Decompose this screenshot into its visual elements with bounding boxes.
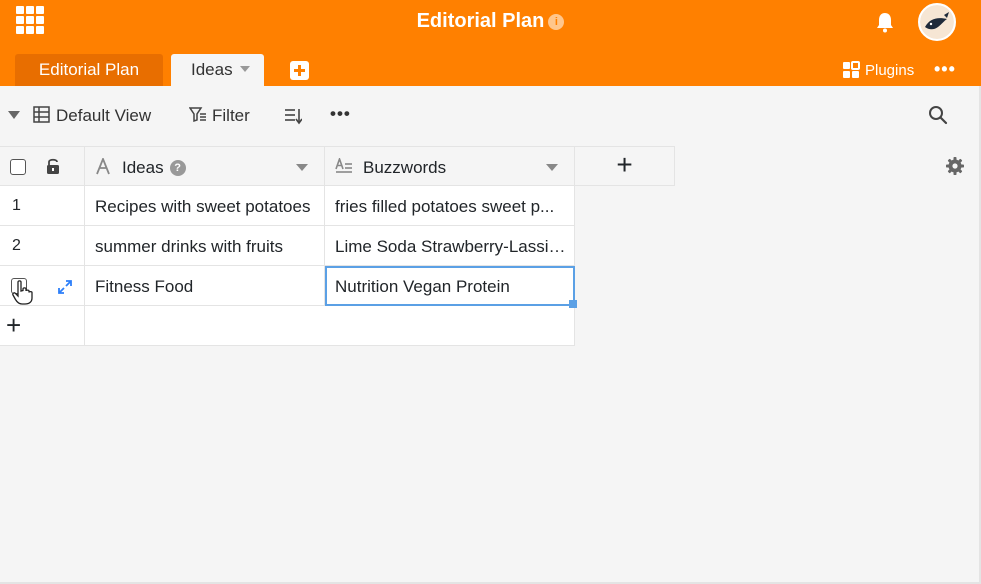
row-number: 1 bbox=[12, 197, 21, 214]
filter-label: Filter bbox=[212, 106, 250, 125]
add-row-area[interactable] bbox=[85, 306, 575, 346]
column-name-buzzwords: Buzzwords bbox=[363, 158, 447, 177]
cell-text: Recipes with sweet potatoes bbox=[95, 197, 311, 216]
table-cell[interactable]: summer drinks with fruits bbox=[85, 226, 325, 266]
app-header: Editorial Plan i Editorial Plan Ideas Plu… bbox=[0, 0, 981, 86]
row-header[interactable]: 1 bbox=[0, 186, 85, 226]
avatar-image bbox=[920, 5, 954, 39]
chevron-down-icon[interactable] bbox=[296, 164, 308, 171]
view-selector[interactable]: Default View bbox=[33, 106, 151, 126]
plugins-icon bbox=[843, 61, 860, 78]
sort-icon[interactable] bbox=[284, 107, 302, 125]
table-view-icon bbox=[33, 106, 50, 123]
hand-pointer-icon bbox=[12, 280, 33, 305]
view-label: Default View bbox=[56, 106, 152, 125]
more-options-icon[interactable]: ••• bbox=[934, 60, 956, 78]
search-icon[interactable] bbox=[928, 105, 948, 125]
chevron-down-icon[interactable] bbox=[546, 164, 558, 171]
add-row-button[interactable]: + bbox=[0, 306, 85, 346]
column-header-ideas[interactable]: Ideas? bbox=[85, 146, 325, 186]
filter-button[interactable]: Filter bbox=[188, 106, 250, 126]
expand-row-icon[interactable] bbox=[58, 280, 72, 294]
table-cell[interactable]: Fitness Food bbox=[85, 266, 325, 306]
lock-open-icon[interactable] bbox=[45, 157, 61, 175]
fill-handle[interactable] bbox=[569, 300, 577, 308]
table-cell[interactable]: fries filled potatoes sweet p... bbox=[325, 186, 575, 226]
add-column-button[interactable]: + bbox=[575, 146, 675, 186]
cell-text: summer drinks with fruits bbox=[95, 237, 283, 256]
base-title: Editorial Plan i bbox=[0, 10, 981, 33]
plugins-label: Plugins bbox=[865, 62, 915, 79]
toolbar: Default View Filter ••• bbox=[0, 86, 981, 146]
plus-icon: + bbox=[6, 310, 22, 340]
table-cell-selected[interactable]: Nutrition Vegan Protein bbox=[325, 266, 575, 306]
text-type-icon bbox=[96, 158, 110, 175]
column-header-ideas-label: Ideas? bbox=[122, 158, 186, 178]
filter-icon bbox=[188, 107, 206, 123]
bell-icon[interactable] bbox=[875, 11, 895, 33]
column-name-ideas: Ideas bbox=[122, 158, 164, 177]
cell-text: Lime Soda Strawberry-Lassi ... bbox=[335, 237, 566, 256]
cell-text: fries filled potatoes sweet p... bbox=[335, 197, 555, 216]
collapse-caret-icon[interactable] bbox=[8, 111, 20, 119]
plugins-button[interactable]: Plugins bbox=[842, 60, 914, 82]
select-all-checkbox[interactable] bbox=[10, 159, 26, 175]
cell-text: Nutrition Vegan Protein bbox=[335, 277, 510, 296]
info-icon[interactable]: i bbox=[548, 14, 565, 30]
add-table-icon[interactable] bbox=[290, 61, 309, 80]
tab-ideas[interactable]: Ideas bbox=[171, 54, 264, 86]
avatar[interactable] bbox=[918, 3, 956, 41]
column-header-buzzwords[interactable]: Buzzwords bbox=[325, 146, 575, 186]
long-text-icon bbox=[335, 158, 352, 173]
tab-ideas-label: Ideas bbox=[191, 60, 233, 79]
table-cell[interactable]: Recipes with sweet potatoes bbox=[85, 186, 325, 226]
chevron-down-icon[interactable] bbox=[239, 66, 250, 72]
row-header[interactable] bbox=[0, 266, 85, 306]
plus-icon: + bbox=[616, 149, 633, 180]
toolbar-more-icon[interactable]: ••• bbox=[330, 104, 351, 124]
row-header[interactable]: 2 bbox=[0, 226, 85, 266]
table-cell[interactable]: Lime Soda Strawberry-Lassi ... bbox=[325, 226, 575, 266]
row-number: 2 bbox=[12, 237, 21, 254]
cell-text: Fitness Food bbox=[95, 277, 194, 296]
gear-icon[interactable] bbox=[945, 156, 965, 176]
tab-editorial-plan[interactable]: Editorial Plan bbox=[15, 54, 163, 86]
help-icon[interactable]: ? bbox=[169, 160, 186, 176]
base-title-text: Editorial Plan bbox=[416, 10, 545, 32]
header-select-all-cell bbox=[0, 146, 85, 186]
